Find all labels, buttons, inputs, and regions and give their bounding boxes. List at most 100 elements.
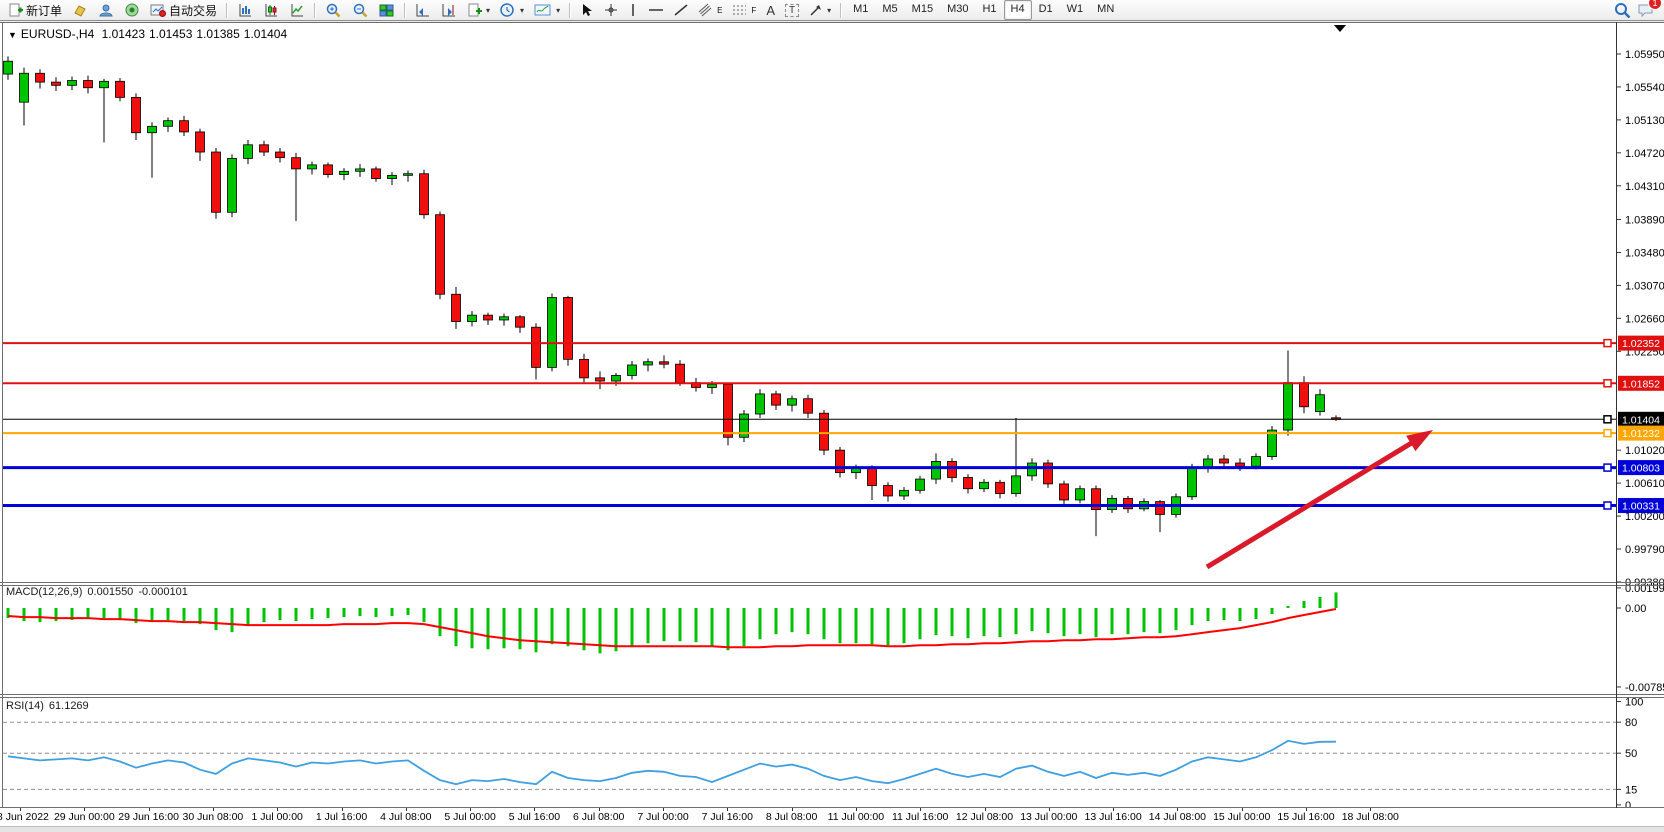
chart-shift-icon: [441, 3, 457, 17]
add-indicator-icon: [467, 3, 482, 17]
hline-anchor-1.01404[interactable]: [1604, 416, 1611, 423]
timeframe-button-MN[interactable]: MN: [1090, 0, 1121, 20]
macd-name: MACD(12,26,9): [6, 586, 82, 598]
arrows-tool-button[interactable]: ▾: [804, 2, 836, 19]
date-label: 6 Jul 08:00: [573, 811, 624, 823]
toolbar-right-group: 1: [1614, 1, 1661, 19]
date-label: 7 Jul 00:00: [637, 811, 688, 823]
vertical-line-tool-button[interactable]: [623, 2, 643, 19]
crosshair-icon: [604, 3, 618, 17]
timeframe-button-M5[interactable]: M5: [875, 0, 904, 20]
timeframe-toolbar: M1M5M15M30H1H4D1W1MN: [846, 0, 1121, 20]
strategy-tester-icon: [124, 3, 140, 17]
terminal-button[interactable]: [93, 2, 119, 19]
autotrading-button[interactable]: 自动交易: [145, 2, 222, 19]
horizontal-line-tool-button[interactable]: [643, 2, 669, 19]
chart-window[interactable]: 1.059501.055401.051301.047201.043101.038…: [0, 22, 1664, 831]
chevron-down-icon: ▾: [556, 6, 560, 15]
chart-symbol-timeframe: EURUSD-,H4: [21, 27, 94, 41]
fibo-tool-label: F: [751, 6, 756, 15]
date-axis[interactable]: 28 Jun 202229 Jun 00:0029 Jun 16:0030 Ju…: [0, 808, 1664, 826]
price-badge-label: 1.01404: [1622, 414, 1660, 426]
chart-shift-button[interactable]: [436, 2, 462, 19]
candlestick-chart-icon: [263, 3, 279, 17]
auto-scroll-icon: [415, 3, 431, 17]
rsi-axis-label: 80: [1625, 717, 1637, 729]
date-label: 11 Jul 16:00: [892, 811, 948, 823]
chart-dropdown-icon[interactable]: ▼: [8, 30, 17, 40]
toolbar-separator: [404, 3, 406, 18]
rsi-axis-label: 50: [1625, 748, 1637, 760]
hline-anchor-1.01852[interactable]: [1604, 380, 1611, 387]
template-button[interactable]: ▾: [529, 2, 565, 19]
price-tick: 1.04310: [1625, 181, 1664, 193]
crosshair-tool-button[interactable]: [599, 2, 623, 19]
macd-axis-label: 0.001998: [1625, 583, 1664, 595]
hline-anchor-1.00331[interactable]: [1604, 502, 1611, 509]
line-chart-mode-button[interactable]: [284, 2, 310, 19]
rsi-axis-label: 15: [1625, 784, 1637, 796]
timeframe-button-W1[interactable]: W1: [1060, 0, 1091, 20]
price-badge-label: 1.01232: [1622, 428, 1660, 440]
text-label-tool-button[interactable]: T: [780, 2, 804, 19]
candlestick-mode-button[interactable]: [258, 2, 284, 19]
new-order-icon: [8, 3, 23, 17]
timeframe-button-M1[interactable]: M1: [846, 0, 875, 20]
line-chart-icon: [289, 3, 305, 17]
equidistant-channel-tool-button[interactable]: E: [693, 2, 727, 19]
chart-title: ▼EURUSD-,H4 1.014231.014531.013851.01404: [8, 27, 291, 41]
ohlc-high: 1.01453: [149, 27, 192, 41]
date-label: 29 Jun 16:00: [118, 811, 179, 823]
date-label: 5 Jul 00:00: [444, 811, 495, 823]
market-watch-icon: [72, 3, 88, 17]
timeframe-button-D1[interactable]: D1: [1032, 0, 1060, 20]
hline-anchor-1.02352[interactable]: [1604, 340, 1611, 347]
timeframe-button-M30[interactable]: M30: [940, 0, 975, 20]
bar-chart-mode-button[interactable]: [232, 2, 258, 19]
new-order-label: 新订单: [26, 2, 62, 19]
hline-anchor-1.01232[interactable]: [1604, 430, 1611, 437]
hline-anchor-1.00803[interactable]: [1604, 464, 1611, 471]
date-label: 14 Jul 08:00: [1149, 811, 1206, 823]
zoom-in-button[interactable]: [320, 2, 347, 19]
label-tool-icon: T: [785, 4, 799, 17]
trendline-tool-button[interactable]: [669, 2, 693, 19]
timeframe-button-H1[interactable]: H1: [975, 0, 1003, 20]
price-tick: 1.03070: [1625, 280, 1664, 292]
macd-main-value: 0.001550: [87, 586, 133, 598]
fibonacci-icon: [732, 3, 748, 17]
text-tool-button[interactable]: A: [761, 2, 780, 19]
date-label: 1 Jul 00:00: [252, 811, 303, 823]
macd-signal-value: -0.000101: [138, 586, 188, 598]
tile-windows-button[interactable]: [374, 2, 400, 19]
price-tick: 1.05950: [1625, 49, 1664, 61]
vertical-line-icon: [628, 3, 638, 17]
timeframe-button-M15[interactable]: M15: [905, 0, 940, 20]
toolbar-separator: [569, 3, 571, 18]
main-toolbar: 新订单 自动交易: [0, 0, 1664, 21]
strategy-tester-button[interactable]: [119, 2, 145, 19]
rsi-axis-label: 100: [1625, 697, 1643, 709]
channel-icon: [698, 3, 714, 17]
indicators-button[interactable]: ▾: [462, 2, 495, 19]
price-badge-label: 1.02352: [1622, 338, 1660, 350]
search-icon[interactable]: [1614, 2, 1631, 18]
fibonacci-tool-button[interactable]: F: [727, 2, 761, 19]
template-icon: [534, 3, 552, 17]
notification-badge: 1: [1648, 0, 1662, 10]
date-label: 15 Jul 16:00: [1277, 811, 1334, 823]
auto-scroll-button[interactable]: [410, 2, 436, 19]
macd-axis-label: 0.00: [1625, 603, 1646, 615]
notifications-button[interactable]: 1: [1637, 1, 1655, 19]
periods-button[interactable]: ▾: [495, 2, 529, 19]
chart-canvas[interactable]: 1.059501.055401.051301.047201.043101.038…: [0, 22, 1664, 808]
zoom-out-button[interactable]: [347, 2, 374, 19]
channel-tool-label: E: [717, 6, 722, 15]
new-order-button[interactable]: 新订单: [3, 2, 67, 19]
market-watch-button[interactable]: [67, 2, 93, 19]
ohlc-close: 1.01404: [244, 27, 287, 41]
rsi-axis-label: 0: [1625, 800, 1631, 808]
timeframe-button-H4[interactable]: H4: [1004, 0, 1032, 20]
chevron-down-icon: ▾: [520, 6, 524, 15]
cursor-tool-button[interactable]: [575, 2, 599, 19]
